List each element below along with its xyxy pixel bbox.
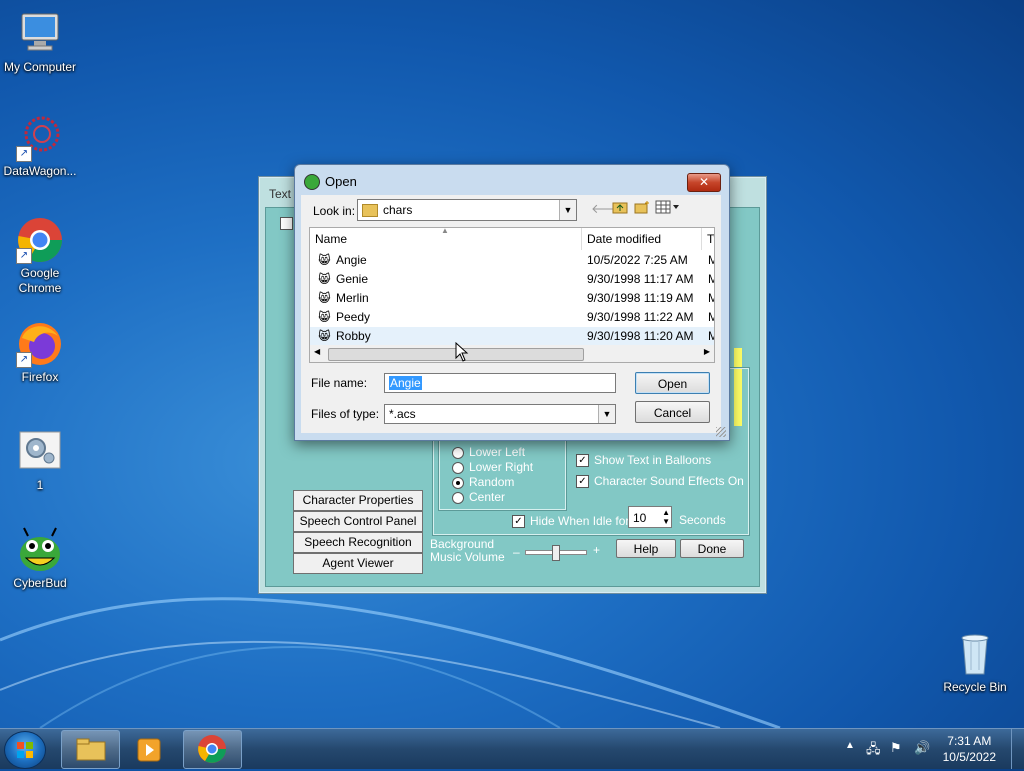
- check-show-text-balloons[interactable]: ✓ Show Text in Balloons: [576, 453, 711, 468]
- scroll-left-icon[interactable]: ◀: [314, 347, 320, 356]
- chrome-icon: ↗: [16, 216, 64, 264]
- files-of-type-combo[interactable]: *.acs ▼: [384, 404, 616, 424]
- taskbar: ▲ 🖧 ⚑ 🔊 7:31 AM 10/5/2022: [0, 728, 1024, 769]
- chrome-icon: [198, 735, 226, 763]
- agent-file-icon: 😸: [318, 310, 331, 324]
- close-button[interactable]: ✕: [687, 173, 721, 192]
- mouse-cursor-icon: [455, 342, 469, 362]
- horizontal-scrollbar[interactable]: ◀ ▶: [310, 345, 714, 362]
- folder-icon: [76, 738, 106, 761]
- file-row[interactable]: 😸 Peedy 9/30/1998 11:22 AM M: [310, 308, 714, 327]
- file-list[interactable]: Name Date modified Ty ▲ 😸 Angie 10/5/202…: [309, 227, 715, 363]
- look-in-combo[interactable]: chars ▼: [357, 199, 577, 221]
- show-desktop-button[interactable]: [1011, 729, 1024, 769]
- show-hidden-icons-icon[interactable]: ▲: [845, 740, 855, 751]
- radio-random[interactable]: Random: [452, 475, 514, 489]
- help-button[interactable]: Help: [616, 539, 676, 558]
- view-menu-icon[interactable]: [655, 200, 681, 217]
- chevron-down-icon[interactable]: ▼: [598, 405, 615, 423]
- radio-center[interactable]: Center: [452, 490, 505, 504]
- desktop-icon-datawagon[interactable]: ↗ DataWagon...: [0, 114, 80, 179]
- files-of-type-label: Files of type:: [311, 407, 380, 421]
- taskbar-media-player[interactable]: [121, 730, 180, 769]
- desktop-icon-1[interactable]: 1: [0, 428, 80, 493]
- desktop-icon-google-chrome[interactable]: ↗ Google Chrome: [0, 216, 80, 296]
- sort-indicator-icon: ▲: [441, 227, 449, 235]
- media-player-icon: [137, 738, 161, 762]
- done-button[interactable]: Done: [680, 539, 744, 558]
- volume-minus-label: –: [513, 545, 520, 559]
- windows-logo-icon: [17, 742, 33, 758]
- dialog-title: Open: [325, 174, 357, 189]
- agent-viewer-button[interactable]: Agent Viewer: [293, 553, 423, 574]
- file-row[interactable]: 😸 Merlin 9/30/1998 11:19 AM M: [310, 289, 714, 308]
- dialog-body: Look in: chars ▼ 🡐 Name Date modified Ty…: [301, 195, 721, 433]
- file-row[interactable]: 😸 Angie 10/5/2022 7:25 AM M: [310, 251, 714, 270]
- agent-file-icon: 😸: [318, 253, 331, 267]
- column-header-type[interactable]: Ty: [702, 228, 714, 250]
- clock[interactable]: 7:31 AM 10/5/2022: [943, 733, 996, 765]
- agent-file-icon: 😸: [318, 291, 331, 305]
- settings-gear-icon: [16, 428, 64, 476]
- open-button[interactable]: Open: [635, 372, 710, 394]
- tab-text[interactable]: Text: [269, 187, 291, 201]
- file-name-input[interactable]: Angie: [384, 373, 616, 393]
- volume-plus-label: +: [593, 543, 601, 557]
- speech-control-panel-button[interactable]: Speech Control Panel: [293, 511, 423, 532]
- agent-file-icon: 😸: [318, 272, 331, 286]
- column-header-date[interactable]: Date modified: [582, 228, 702, 250]
- check-sound-effects[interactable]: ✓ Character Sound Effects On: [576, 474, 744, 489]
- radio-lower-right[interactable]: Lower Right: [452, 460, 533, 474]
- character-properties-button[interactable]: Character Properties: [293, 490, 423, 511]
- check-hide-when-idle[interactable]: ✓ Hide When Idle for: [512, 514, 629, 529]
- up-folder-icon[interactable]: [612, 200, 628, 217]
- recycle-bin-icon: [951, 630, 999, 678]
- scroll-right-icon[interactable]: ▶: [704, 347, 710, 356]
- close-icon: ✕: [698, 175, 710, 189]
- firefox-icon: ↗: [16, 320, 64, 368]
- agent-file-icon: 😸: [318, 329, 331, 343]
- taskbar-chrome[interactable]: [183, 730, 242, 769]
- desktop-icon-recycle-bin[interactable]: Recycle Bin: [935, 630, 1015, 695]
- music-volume-slider[interactable]: [525, 545, 587, 561]
- bg-music-label: Background Music Volume: [430, 537, 505, 564]
- file-row[interactable]: 😸 Genie 9/30/1998 11:17 AM M: [310, 270, 714, 289]
- action-center-flag-icon[interactable]: ⚑: [890, 740, 902, 756]
- cyberbud-icon: [16, 526, 64, 574]
- shortcut-arrow-icon: ↗: [16, 146, 32, 162]
- desktop-icon-firefox[interactable]: ↗ Firefox: [0, 320, 80, 385]
- open-dialog[interactable]: Open ✕ Look in: chars ▼ 🡐 Name Date modi…: [294, 164, 730, 441]
- chevron-down-icon[interactable]: ▼: [559, 200, 576, 220]
- new-folder-icon[interactable]: [634, 200, 650, 217]
- shortcut-arrow-icon: ↗: [16, 352, 32, 368]
- file-row[interactable]: 😸 Robby 9/30/1998 11:20 AM M: [310, 327, 714, 346]
- radio-lower-left[interactable]: Lower Left: [452, 445, 525, 459]
- taskbar-explorer[interactable]: [61, 730, 120, 769]
- shortcut-arrow-icon: ↗: [16, 248, 32, 264]
- idle-seconds-spinner[interactable]: 10 ▲ ▼: [628, 506, 672, 528]
- computer-icon: [16, 10, 64, 58]
- look-in-label: Look in:: [313, 204, 356, 218]
- resize-grip-icon[interactable]: [716, 427, 726, 437]
- desktop-icon-cyberbud[interactable]: CyberBud: [0, 526, 80, 591]
- cancel-button[interactable]: Cancel: [635, 401, 710, 423]
- agent-app-icon: [304, 174, 320, 190]
- datawagon-icon: ↗: [16, 114, 64, 162]
- network-icon[interactable]: 🖧: [866, 740, 881, 762]
- seconds-label: Seconds: [679, 513, 726, 527]
- desktop-icon-my-computer[interactable]: My Computer: [0, 10, 80, 75]
- speech-recognition-button[interactable]: Speech Recognition: [293, 532, 423, 553]
- folder-icon: [362, 204, 378, 218]
- start-button[interactable]: [4, 731, 46, 769]
- speaker-volume-icon[interactable]: 🔊: [914, 740, 930, 756]
- file-name-label: File name:: [311, 376, 368, 390]
